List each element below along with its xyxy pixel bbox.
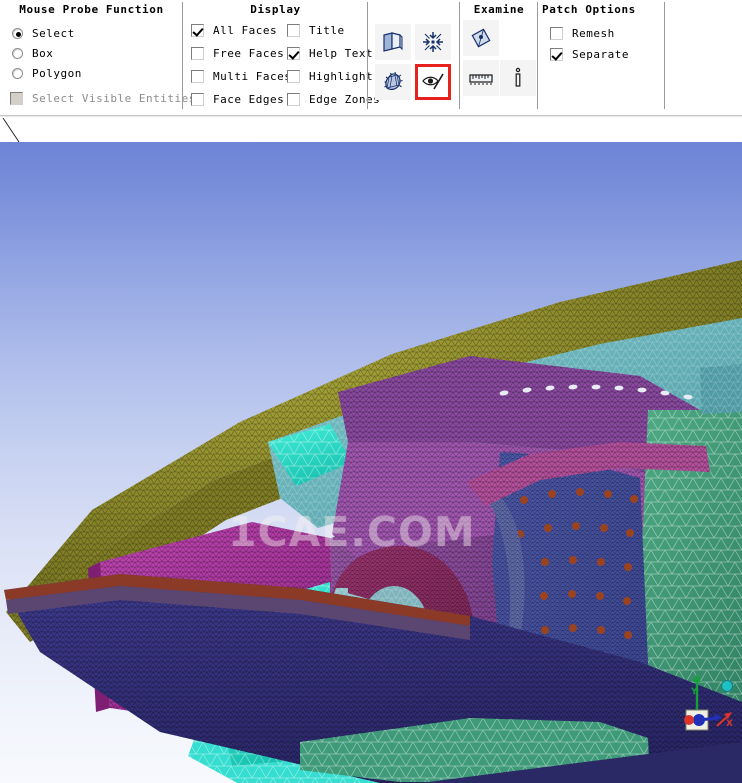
checkbox-free-faces-box[interactable] <box>191 47 204 60</box>
checkbox-multi-faces-label: Multi Faces <box>213 70 292 83</box>
svg-text:Y: Y <box>690 687 698 697</box>
top-toolbar: Mouse Probe Function Select Box Polygon … <box>0 0 742 117</box>
mesh-viewport-3d[interactable]: 1CAE.COM Y X <box>0 142 742 783</box>
examine-title: Examine <box>473 3 525 16</box>
checkbox-remesh-box[interactable] <box>550 27 563 40</box>
info-icon <box>512 67 524 89</box>
checkbox-remesh[interactable]: Remesh <box>550 26 615 41</box>
checkbox-help-text[interactable]: Help Text <box>287 46 373 61</box>
radio-select[interactable]: Select <box>12 26 75 41</box>
fit-shrink-icon-button[interactable] <box>415 24 451 60</box>
select-visible-entities-label: Select Visible Entities <box>32 92 196 105</box>
page-flip-icon <box>381 31 405 53</box>
mesh-hand-icon-button[interactable] <box>375 64 411 100</box>
radio-box-label: Box <box>32 47 54 60</box>
fit-shrink-icon <box>421 30 445 54</box>
checkbox-help-text-box[interactable] <box>287 47 300 60</box>
checkbox-multi-faces[interactable]: Multi Faces <box>191 69 291 84</box>
divider-after-patch-panel <box>664 2 665 109</box>
select-visible-entities-box <box>10 92 23 105</box>
checkbox-highlight[interactable]: Highlight <box>287 69 373 84</box>
checkbox-all-faces[interactable]: All Faces <box>191 23 277 38</box>
page-flip-icon-button[interactable] <box>375 24 411 60</box>
checkbox-face-edges-box[interactable] <box>191 93 204 106</box>
toolbar-bottom-edge <box>0 115 742 117</box>
mesh-hand-icon <box>381 70 405 94</box>
svg-text:X: X <box>726 719 733 729</box>
checkbox-highlight-label: Highlight <box>309 70 374 83</box>
checkbox-free-faces-label: Free Faces <box>213 47 285 60</box>
checkbox-help-text-label: Help Text <box>309 47 374 60</box>
checkbox-face-edges[interactable]: Face Edges <box>191 92 284 107</box>
fluent-meshing-window: Mouse Probe Function Select Box Polygon … <box>0 0 742 783</box>
checkbox-title-box[interactable] <box>287 24 300 37</box>
probe-diamond-icon <box>469 26 493 50</box>
view-tools-panel <box>368 0 460 117</box>
mesh-zone-teal-far-right <box>700 364 742 414</box>
display-panel: Display All Faces Free Faces Multi Faces… <box>183 0 380 117</box>
radio-polygon-label: Polygon <box>32 67 82 80</box>
checkbox-separate[interactable]: Separate <box>550 47 629 62</box>
patch-options-panel: Patch Options Remesh Separate <box>538 0 742 117</box>
ruler-icon <box>468 69 494 87</box>
stray-geometry-line <box>2 118 24 142</box>
radio-polygon-mark[interactable] <box>12 68 23 79</box>
checkbox-all-faces-box[interactable] <box>191 24 204 37</box>
eye-slash-icon <box>421 72 445 92</box>
eye-slash-icon-button[interactable] <box>415 64 451 100</box>
mouse-probe-function-panel: Mouse Probe Function Select Box Polygon … <box>0 0 195 117</box>
info-icon-button[interactable] <box>500 60 536 96</box>
radio-box-mark[interactable] <box>12 48 23 59</box>
display-title: Display <box>250 3 301 16</box>
radio-box[interactable]: Box <box>12 46 53 61</box>
checkbox-title[interactable]: Title <box>287 23 345 38</box>
patch-options-title: Patch Options <box>542 3 636 16</box>
checkbox-separate-box[interactable] <box>550 48 563 61</box>
ruler-icon-button[interactable] <box>463 60 499 96</box>
checkbox-all-faces-label: All Faces <box>213 24 278 37</box>
select-visible-entities-checkbox: Select Visible Entities <box>10 92 196 105</box>
checkbox-remesh-label: Remesh <box>572 27 615 40</box>
checkbox-separate-label: Separate <box>572 48 629 61</box>
checkbox-free-faces[interactable]: Free Faces <box>191 46 284 61</box>
mouse-probe-function-title: Mouse Probe Function <box>19 3 164 16</box>
probe-diamond-icon-button[interactable] <box>463 20 499 56</box>
examine-panel: Examine <box>460 0 538 117</box>
radio-select-label: Select <box>32 27 75 40</box>
checkbox-title-label: Title <box>309 24 345 37</box>
radio-select-mark[interactable] <box>12 28 23 39</box>
checkbox-multi-faces-box[interactable] <box>191 70 204 83</box>
checkbox-highlight-box[interactable] <box>287 70 300 83</box>
checkbox-edge-zones-box[interactable] <box>287 93 300 106</box>
radio-polygon[interactable]: Polygon <box>12 66 82 81</box>
checkbox-face-edges-label: Face Edges <box>213 93 285 106</box>
mesh-render <box>4 260 742 783</box>
axis-triad[interactable]: Y X <box>672 670 738 742</box>
